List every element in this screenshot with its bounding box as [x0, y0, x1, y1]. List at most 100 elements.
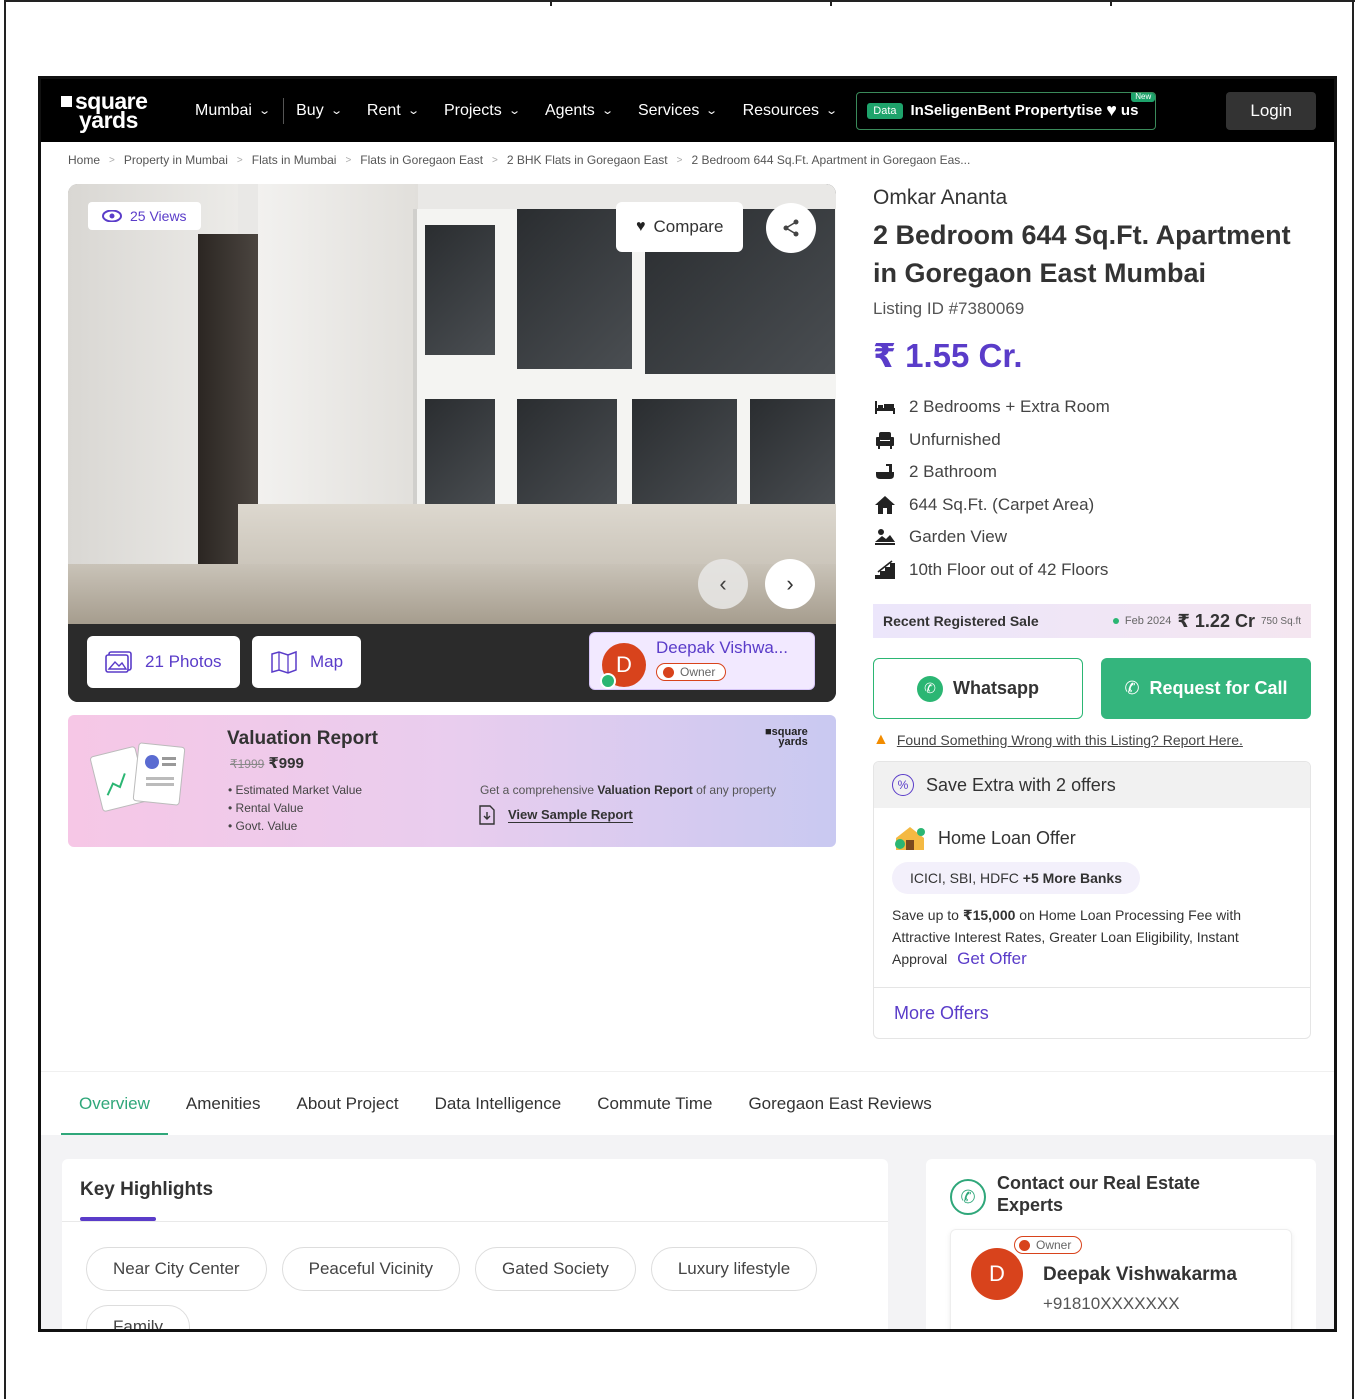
list-item: Rental Value [228, 799, 362, 817]
more-offers-link[interactable]: More Offers [874, 988, 1310, 1038]
phone-icon: ✆ [1124, 678, 1140, 698]
feature-view: Garden View [873, 521, 1311, 554]
map-button[interactable]: Map [252, 636, 362, 688]
property-gallery: 25 Views ♥ Compare ‹ › 21 Photos Map D D… [68, 184, 836, 702]
report-listing-link[interactable]: ▲ Found Something Wrong with this Listin… [873, 731, 1311, 749]
breadcrumb-home[interactable]: Home [68, 153, 100, 167]
chevron-down-icon: ⌄ [329, 105, 343, 117]
whatsapp-icon: ✆ [916, 675, 943, 702]
chevron-down-icon: ⌄ [600, 105, 614, 117]
outer-tick [1110, 0, 1112, 6]
discount-icon: % [892, 774, 914, 796]
feature-bathrooms: 2 Bathroom [873, 456, 1311, 489]
offers-card: % Save Extra with 2 offers Home Loan Off… [873, 761, 1311, 1039]
share-button[interactable] [766, 203, 816, 253]
top-navbar: square yards Mumbai ⌄ Buy ⌄ Rent ⌄ Projects… [41, 79, 1334, 142]
view-sample-report-link[interactable]: View Sample Report [478, 805, 633, 825]
feature-bedrooms: 2 Bedrooms + Extra Room [873, 391, 1311, 424]
owner-card[interactable]: D Deepak Vishwa... Owner [589, 632, 815, 690]
login-button[interactable]: Login [1226, 91, 1316, 130]
compare-button[interactable]: ♥ Compare [616, 202, 744, 252]
phone-icon: ✆ [950, 1179, 986, 1215]
tab-reviews[interactable]: Goregaon East Reviews [730, 1072, 949, 1136]
listing-details: Omkar Ananta 2 Bedroom 644 Sq.Ft. Apartm… [873, 184, 1311, 1039]
tab-amenities[interactable]: Amenities [168, 1072, 279, 1136]
nav-rent[interactable]: Rent ⌄ [367, 102, 420, 120]
heart-icon: ♥ [636, 218, 646, 235]
key-highlights-card: Key Highlights Near City Center Peaceful… [62, 1159, 888, 1329]
listing-id: Listing ID #7380069 [873, 299, 1025, 318]
nav-data-intelligence-pill[interactable]: Data InSeligenBent Propertytise ♥ us New [856, 91, 1157, 130]
highlight-chips: Near City Center Peaceful Vicinity Gated… [86, 1247, 886, 1329]
agent-name: Deepak Vishwakarma [1043, 1264, 1237, 1285]
breadcrumb-separator-icon: > [236, 154, 243, 166]
highlight-chip: Luxury lifestyle [650, 1247, 818, 1291]
heart-icon: ♥ [1106, 100, 1117, 120]
outer-tick [830, 0, 832, 6]
avatar: D [971, 1248, 1023, 1300]
next-photo-button[interactable]: › [765, 559, 815, 609]
offer-description: Save up to ₹15,000 on Home Loan Processi… [892, 907, 1242, 968]
breadcrumb-current-listing: 2 Bedroom 644 Sq.Ft. Apartment in Gorega… [691, 153, 971, 167]
report-documents-icon [90, 742, 186, 812]
chevron-left-icon: ‹ [719, 571, 727, 596]
nav-agents[interactable]: Agents ⌄ [545, 102, 614, 120]
banks-chip: ICICI, SBI, HDFC +5 More Banks [892, 862, 1141, 894]
owner-icon [1019, 1239, 1030, 1251]
list-item: Govt. Value [228, 817, 362, 835]
valuation-report-banner[interactable]: Valuation Report ₹1999₹999 Estimated Mar… [68, 715, 836, 847]
bathtub-icon [873, 462, 897, 482]
valuation-description: Get a comprehensive Valuation Report of … [480, 783, 777, 797]
gallery-action-bar: 21 Photos Map D Deepak Vishwa... Owner [68, 624, 836, 702]
owner-name: Deepak Vishwa... [656, 638, 788, 657]
nav-buy[interactable]: Buy ⌄ [296, 102, 343, 120]
divider [62, 1221, 888, 1222]
status-dot-icon [1112, 618, 1119, 624]
contact-title: Contact our Real Estate Experts [997, 1173, 1201, 1215]
breadcrumb-property-in-mumbai[interactable]: Property in Mumbai [124, 153, 228, 167]
property-photo[interactable]: 25 Views ♥ Compare ‹ › [68, 184, 836, 624]
key-highlights-title: Key Highlights [80, 1179, 214, 1200]
listing-title: 2 Bedroom 644 Sq.Ft. Apartment in Gorega… [873, 220, 1291, 288]
whatsapp-button[interactable]: ✆ Whatsapp [873, 658, 1083, 719]
browser-screenshot: square yards Mumbai ⌄ Buy ⌄ Rent ⌄ Projects… [38, 76, 1337, 1332]
bed-icon [873, 397, 897, 417]
tab-about-project[interactable]: About Project [279, 1072, 417, 1136]
breadcrumb-2bhk-goregaon-east[interactable]: 2 BHK Flats in Goregaon East [507, 153, 668, 167]
nav-divider [283, 97, 285, 124]
breadcrumb-separator-icon: > [345, 154, 352, 166]
valuation-price: ₹1999 ₹999 [230, 755, 304, 772]
breadcrumb-flats-in-mumbai[interactable]: Flats in Mumbai [252, 153, 337, 167]
tab-data-intelligence[interactable]: Data Intelligence [417, 1072, 580, 1136]
listing-price: ₹ 1.55 Cr. [873, 337, 1023, 374]
agent-card[interactable]: D Owner Deepak Vishwakarma +91810XXXXXXX [950, 1229, 1292, 1329]
whatsapp-status-icon [600, 673, 616, 689]
nav-city-mumbai[interactable]: Mumbai ⌄ [195, 102, 271, 120]
eye-icon [102, 210, 122, 222]
square-yards-logo[interactable]: square yards [61, 89, 181, 131]
photos-icon [105, 651, 132, 673]
recent-registered-sale[interactable]: Recent Registered Sale Feb 2024 ₹ 1.22 C… [873, 604, 1311, 638]
feature-furnishing: Unfurnished [873, 424, 1311, 457]
chevron-right-icon: › [786, 571, 794, 596]
contact-experts-card: ✆ Contact our Real Estate Experts D Owne… [926, 1159, 1316, 1329]
photos-button[interactable]: 21 Photos [87, 636, 240, 688]
highlight-chip: Family [86, 1305, 191, 1329]
house-money-icon [895, 827, 925, 850]
nav-resources[interactable]: Resources ⌄ [743, 102, 839, 120]
request-call-button[interactable]: ✆ Request for Call [1101, 658, 1311, 719]
tab-overview[interactable]: Overview [61, 1072, 168, 1136]
highlight-chip: Gated Society [475, 1247, 636, 1291]
nav-projects[interactable]: Projects ⌄ [444, 102, 521, 120]
owner-badge: Owner [1014, 1236, 1083, 1254]
project-name[interactable]: Omkar Ananta [873, 186, 1311, 210]
tab-commute-time[interactable]: Commute Time [579, 1072, 730, 1136]
chevron-down-icon: ⌄ [825, 105, 839, 117]
nav-services[interactable]: Services ⌄ [638, 102, 718, 120]
get-offer-link[interactable]: Get Offer [957, 949, 1027, 968]
breadcrumb-flats-goregaon-east[interactable]: Flats in Goregaon East [360, 153, 483, 167]
chevron-down-icon: ⌄ [258, 105, 271, 117]
map-icon [271, 650, 297, 674]
previous-photo-button[interactable]: ‹ [698, 559, 748, 609]
property-features: 2 Bedrooms + Extra Room Unfurnished 2 Ba… [873, 391, 1311, 586]
